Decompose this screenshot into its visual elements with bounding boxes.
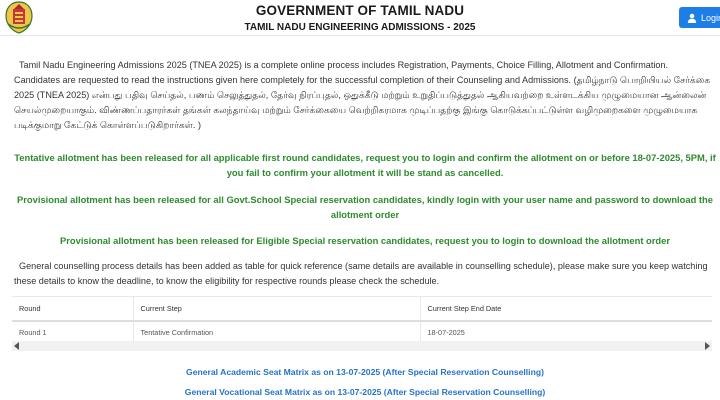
intro-text-container: Tamil Nadu Engineering Admissions 2025 (… xyxy=(14,58,714,133)
column-header-end-date: Current Step End Date xyxy=(419,296,712,322)
login-button[interactable]: Login xyxy=(679,7,720,28)
scroll-left-icon[interactable] xyxy=(14,342,19,350)
vocational-seat-matrix-link[interactable]: General Vocational Seat Matrix as on 13-… xyxy=(0,387,720,397)
table-horizontal-scrollbar[interactable] xyxy=(12,341,712,351)
notice-tentative-allotment: Tentative allotment has been released fo… xyxy=(14,152,716,178)
column-header-current-step: Current Step xyxy=(132,296,420,322)
scroll-right-icon[interactable] xyxy=(705,342,710,350)
academic-seat-matrix-link[interactable]: General Academic Seat Matrix as on 13-07… xyxy=(0,367,720,377)
page-title: GOVERNMENT OF TAMIL NADU xyxy=(255,3,465,18)
counselling-table: Round Current Step Current Step End Date… xyxy=(12,296,712,345)
login-label: Login xyxy=(701,12,720,23)
general-counselling-text: General counselling process details has … xyxy=(14,261,708,286)
user-icon xyxy=(687,13,697,23)
notice-govt-school-allotment: Provisional allotment has been released … xyxy=(17,194,713,220)
table-header-row: Round Current Step Current Step End Date xyxy=(12,296,712,322)
column-header-round: Round xyxy=(12,296,133,322)
page-subtitle: TAMIL NADU ENGINEERING ADMISSIONS - 2025 xyxy=(244,22,476,33)
page-header: GOVERNMENT OF TAMIL NADU TAMIL NADU ENGI… xyxy=(0,0,720,36)
notice-special-reservation-allotment: Provisional allotment has been released … xyxy=(59,235,671,246)
intro-paragraph: Tamil Nadu Engineering Admissions 2025 (… xyxy=(14,60,711,130)
